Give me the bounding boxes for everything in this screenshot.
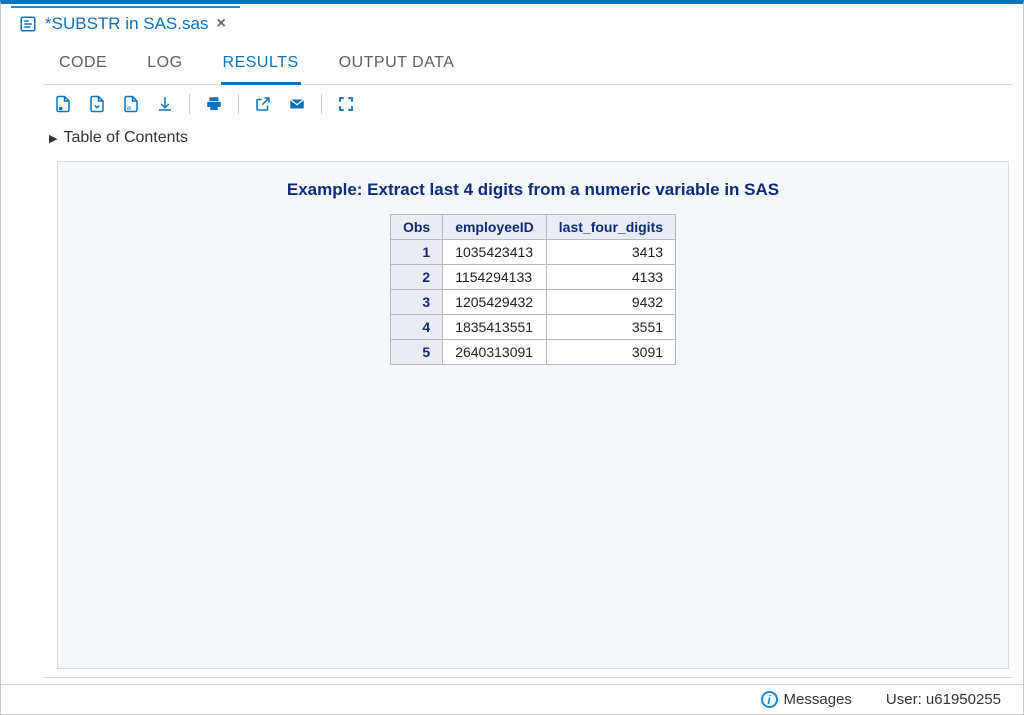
export-rtf-icon[interactable]: W: [119, 93, 143, 115]
results-toolbar: W: [43, 85, 1013, 123]
download-icon[interactable]: [153, 93, 177, 115]
tab-code[interactable]: CODE: [57, 50, 109, 84]
toolbar-separator: [189, 94, 190, 114]
cell-employeeid: 1835413551: [443, 315, 547, 340]
toolbar-separator: [321, 94, 322, 114]
toc-label: Table of Contents: [63, 129, 188, 147]
fullscreen-icon[interactable]: [334, 93, 358, 115]
print-icon[interactable]: [202, 93, 226, 115]
toolbar-separator: [238, 94, 239, 114]
col-obs: Obs: [390, 215, 442, 240]
cell-last-four: 3091: [546, 340, 675, 365]
user-label: User: u61950255: [886, 691, 1001, 708]
cell-obs: 5: [390, 340, 442, 365]
table-of-contents-toggle[interactable]: ▶ Table of Contents: [43, 123, 1013, 161]
open-new-window-icon[interactable]: [251, 93, 275, 115]
close-icon[interactable]: ×: [216, 16, 225, 32]
col-employeeid: employeeID: [443, 215, 547, 240]
cell-last-four: 3413: [546, 240, 675, 265]
file-tab-title: *SUBSTR in SAS.sas: [45, 14, 208, 34]
table-row: 1 1035423413 3413: [390, 240, 675, 265]
col-last-four: last_four_digits: [546, 215, 675, 240]
email-icon[interactable]: [285, 93, 309, 115]
cell-last-four: 4133: [546, 265, 675, 290]
editor-panel: CODE LOG RESULTS OUTPUT DATA W: [43, 40, 1013, 678]
caret-right-icon: ▶: [49, 132, 57, 145]
cell-employeeid: 2640313091: [443, 340, 547, 365]
messages-label: Messages: [784, 691, 852, 708]
info-icon: i: [761, 691, 778, 708]
results-table: Obs employeeID last_four_digits 1 103542…: [390, 214, 676, 365]
cell-employeeid: 1154294133: [443, 265, 547, 290]
app-window: *SUBSTR in SAS.sas × CODE LOG RESULTS OU…: [0, 0, 1024, 715]
table-row: 4 1835413551 3551: [390, 315, 675, 340]
cell-last-four: 3551: [546, 315, 675, 340]
cell-obs: 1: [390, 240, 442, 265]
cell-obs: 3: [390, 290, 442, 315]
cell-employeeid: 1205429432: [443, 290, 547, 315]
tab-output-data[interactable]: OUTPUT DATA: [337, 50, 457, 84]
svg-text:W: W: [127, 106, 132, 112]
cell-obs: 4: [390, 315, 442, 340]
cell-employeeid: 1035423413: [443, 240, 547, 265]
table-row: 3 1205429432 9432: [390, 290, 675, 315]
results-title: Example: Extract last 4 digits from a nu…: [68, 180, 998, 200]
status-bar: i Messages User: u61950255: [1, 684, 1023, 714]
table-row: 2 1154294133 4133: [390, 265, 675, 290]
file-tab[interactable]: *SUBSTR in SAS.sas ×: [11, 6, 240, 40]
program-icon: [19, 15, 37, 33]
file-tab-bar: *SUBSTR in SAS.sas ×: [1, 4, 1023, 40]
results-pane: Example: Extract last 4 digits from a nu…: [57, 161, 1009, 669]
messages-button[interactable]: i Messages: [761, 691, 852, 708]
cell-last-four: 9432: [546, 290, 675, 315]
export-pdf-icon[interactable]: [85, 93, 109, 115]
tab-log[interactable]: LOG: [145, 50, 184, 84]
table-row: 5 2640313091 3091: [390, 340, 675, 365]
cell-obs: 2: [390, 265, 442, 290]
tab-results[interactable]: RESULTS: [221, 50, 301, 85]
sub-tab-bar: CODE LOG RESULTS OUTPUT DATA: [43, 40, 1013, 85]
export-html-icon[interactable]: [51, 93, 75, 115]
